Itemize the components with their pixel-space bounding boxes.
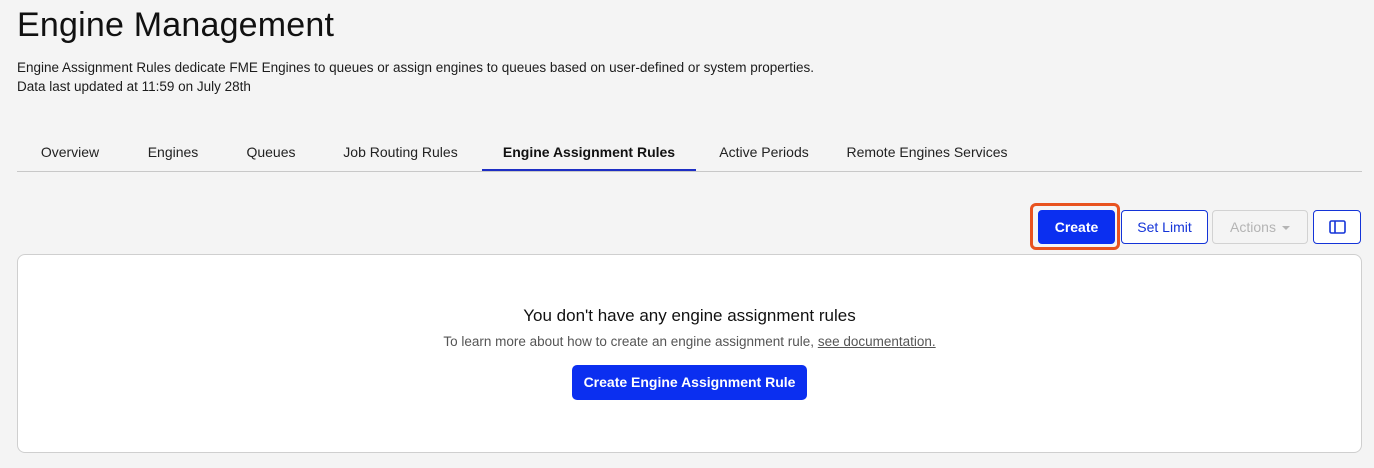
- page-title: Engine Management: [17, 6, 335, 44]
- column-settings-button[interactable]: [1313, 210, 1361, 244]
- page-description: Engine Assignment Rules dedicate FME Eng…: [17, 60, 814, 75]
- empty-state-panel: You don't have any engine assignment rul…: [17, 254, 1362, 453]
- create-engine-assignment-rule-button[interactable]: Create Engine Assignment Rule: [572, 365, 807, 400]
- tab-active-periods[interactable]: Active Periods: [696, 135, 832, 171]
- tab-bar: Overview Engines Queues Job Routing Rule…: [17, 135, 1362, 172]
- tab-job-routing-rules[interactable]: Job Routing Rules: [319, 135, 482, 171]
- tab-overview[interactable]: Overview: [17, 135, 123, 171]
- tab-queues[interactable]: Queues: [223, 135, 319, 171]
- create-button[interactable]: Create: [1038, 210, 1115, 244]
- actions-label: Actions: [1230, 219, 1276, 235]
- documentation-link[interactable]: see documentation.: [818, 334, 936, 349]
- set-limit-button[interactable]: Set Limit: [1121, 210, 1208, 244]
- tab-engines[interactable]: Engines: [123, 135, 223, 171]
- last-updated-text: Data last updated at 11:59 on July 28th: [17, 79, 251, 94]
- empty-state-title: You don't have any engine assignment rul…: [523, 306, 856, 325]
- columns-icon: [1329, 220, 1346, 234]
- empty-state-text: To learn more about how to create an eng…: [18, 334, 1361, 349]
- tab-engine-assignment-rules[interactable]: Engine Assignment Rules: [482, 135, 696, 171]
- chevron-down-icon: [1281, 226, 1290, 231]
- empty-state-description: To learn more about how to create an eng…: [443, 334, 818, 349]
- tab-remote-engines-services[interactable]: Remote Engines Services: [832, 135, 1022, 171]
- actions-dropdown[interactable]: Actions: [1212, 210, 1308, 244]
